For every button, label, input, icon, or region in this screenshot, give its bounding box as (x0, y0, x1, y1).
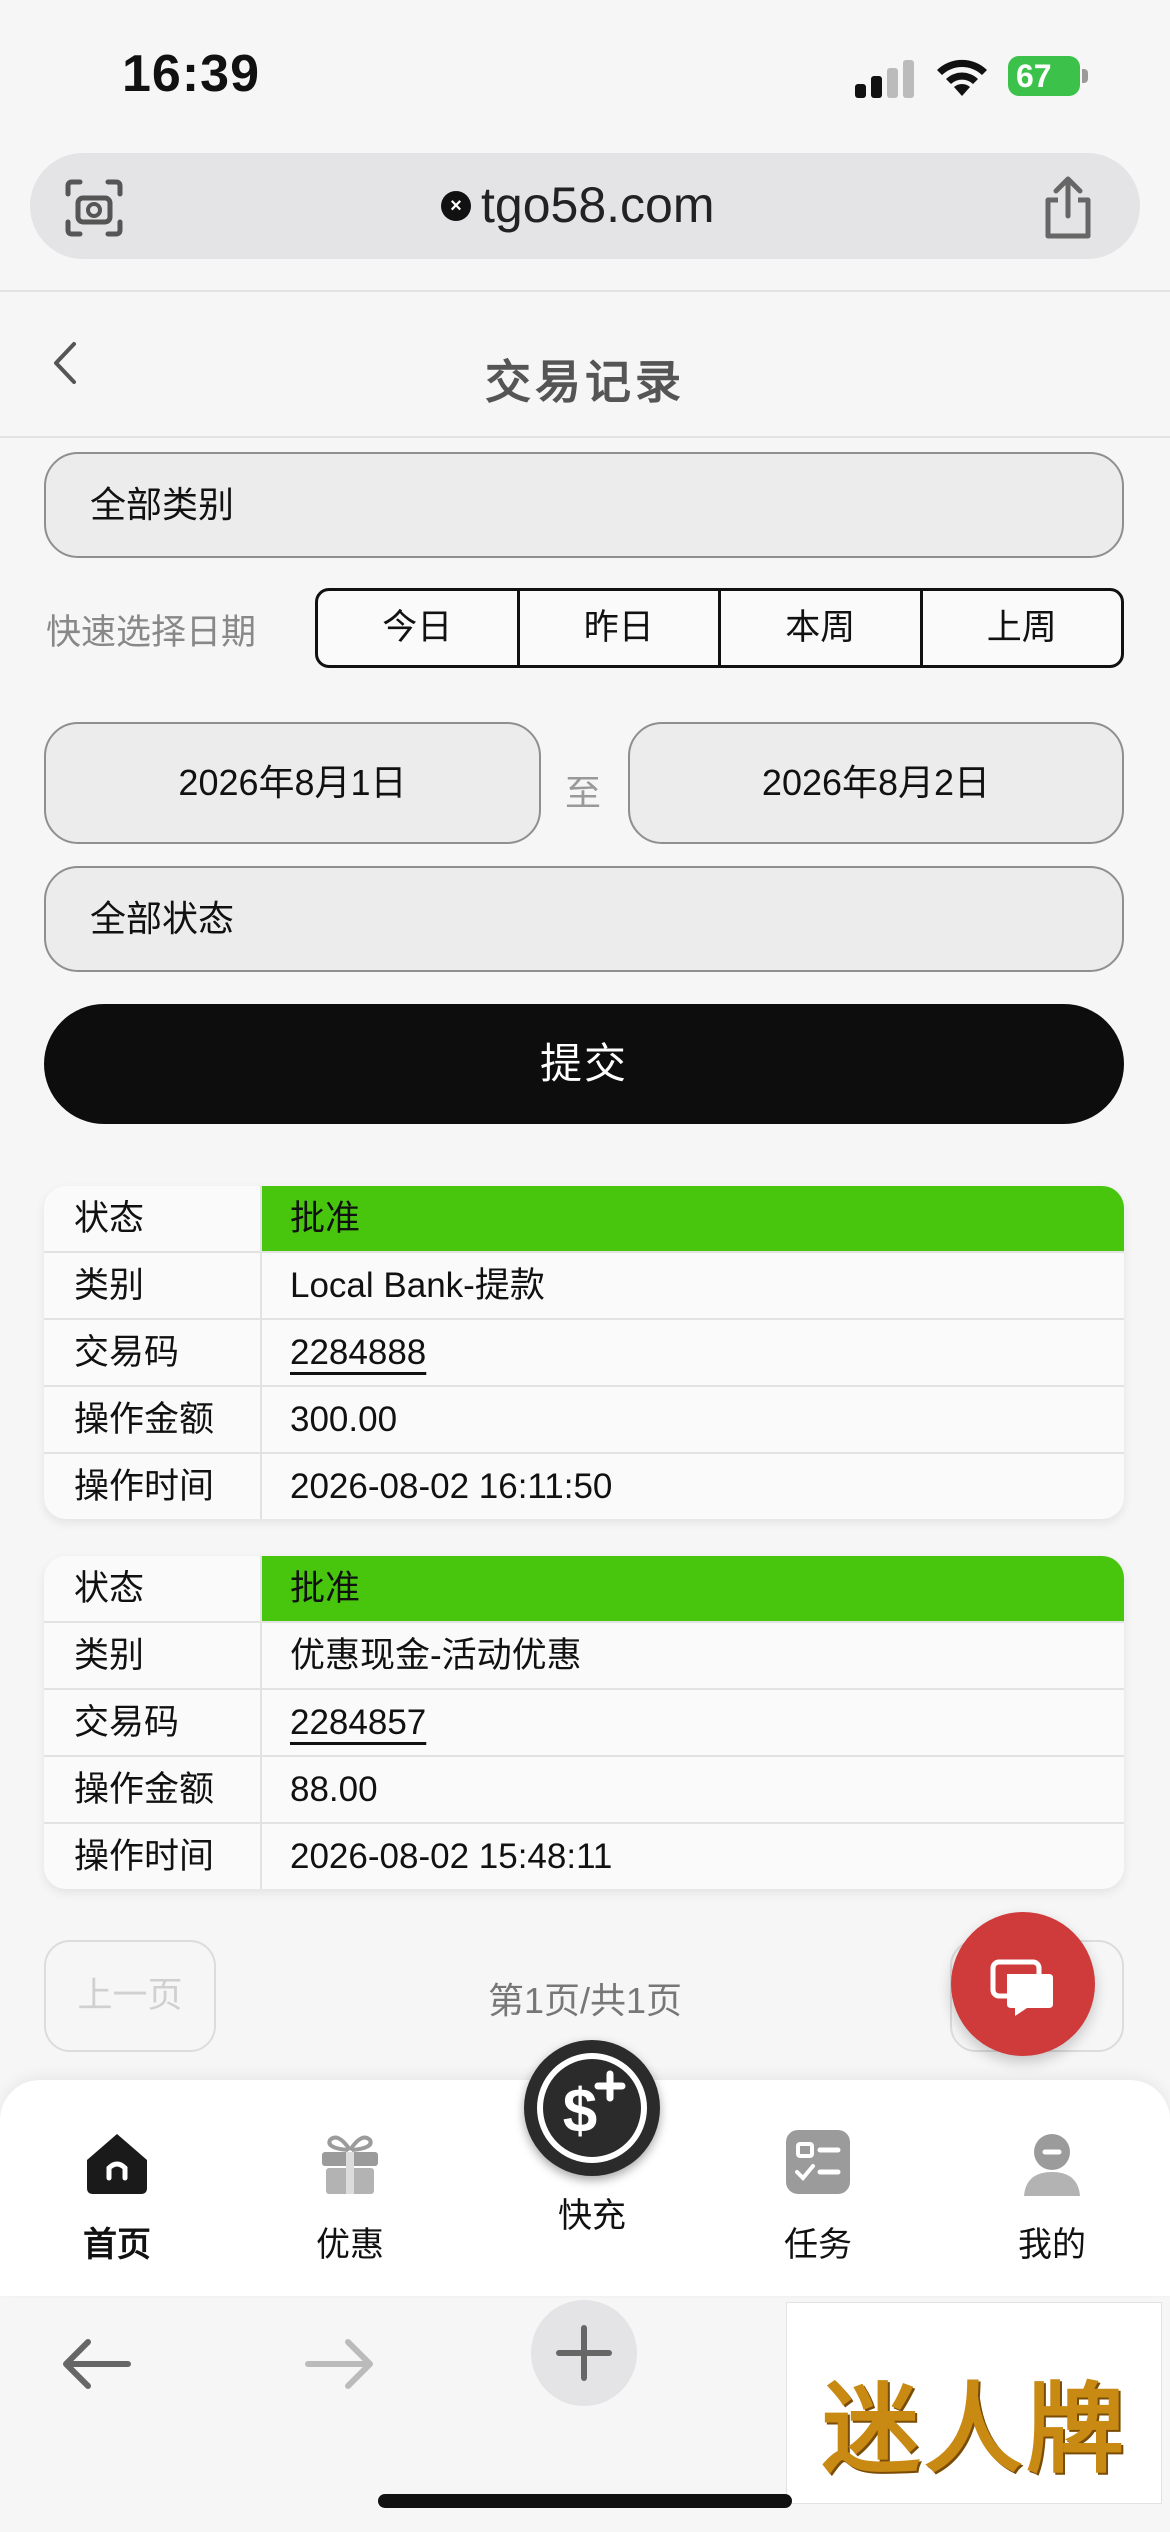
page-title: 交易记录 (485, 356, 685, 408)
browser-back-icon[interactable] (58, 2334, 134, 2394)
tab-tasks-label: 任务 (784, 2226, 852, 2264)
browser-forward-icon[interactable] (302, 2334, 378, 2394)
record-status-value: 批准 (262, 1186, 1124, 1251)
quick-date-last-week[interactable]: 上周 (923, 591, 1122, 665)
record-row-time: 操作时间 2026-08-02 16:11:50 (44, 1452, 1124, 1519)
tab-mine-label: 我的 (1018, 2226, 1086, 2264)
quick-date-this-week[interactable]: 本周 (721, 591, 923, 665)
svg-text:$: $ (563, 2077, 597, 2146)
quick-date-today[interactable]: 今日 (318, 591, 520, 665)
record-key: 交易码 (44, 1690, 262, 1755)
url-text[interactable]: tgo58.com (481, 176, 714, 234)
chat-bubbles-icon (990, 1959, 1053, 2016)
record-key: 操作时间 (44, 1824, 262, 1889)
category-select[interactable]: 全部类别 (44, 452, 1124, 558)
status-time: 16:39 (122, 45, 260, 103)
gift-icon (322, 2135, 378, 2194)
battery-tip (1082, 69, 1088, 83)
chat-button[interactable] (951, 1912, 1095, 2056)
record-category-value: Local Bank-提款 (290, 1266, 545, 1305)
divider (0, 290, 1170, 292)
record-time-value: 2026-08-02 16:11:50 (290, 1467, 613, 1506)
start-date-field[interactable]: 2026年8月1日 (44, 722, 541, 844)
record-row-category: 类别 优惠现金-活动优惠 (44, 1621, 1124, 1688)
quick-date-label: 快速选择日期 (46, 613, 257, 652)
tab-mine[interactable]: 我的 (972, 2126, 1132, 2266)
record-key: 状态 (44, 1186, 262, 1251)
record-row-code: 交易码 2284857 (44, 1688, 1124, 1755)
record-row-amount: 操作金额 300.00 (44, 1385, 1124, 1452)
record-code-cell: 2284888 (262, 1320, 1124, 1385)
record-row-status: 状态 批准 (44, 1186, 1124, 1251)
record-key: 操作金额 (44, 1757, 262, 1822)
fast-recharge-icon: $ (524, 2040, 660, 2176)
record-amount-value: 300.00 (290, 1400, 398, 1439)
plus-icon (556, 2325, 612, 2381)
date-range-separator: 至 (565, 772, 602, 813)
record-code-cell: 2284857 (262, 1690, 1124, 1755)
tab-fast-recharge-label: 快充 (558, 2197, 626, 2235)
cellular-signal-icon (855, 58, 917, 98)
submit-button[interactable]: 提交 (44, 1004, 1124, 1124)
insecure-site-icon[interactable]: × (441, 191, 471, 221)
record-key: 类别 (44, 1253, 262, 1318)
tab-promo[interactable]: 优惠 (270, 2126, 430, 2266)
battery-icon: 67 (1008, 56, 1080, 96)
wifi-icon (937, 59, 987, 96)
task-list-icon (786, 2130, 850, 2194)
tab-home-label: 首页 (83, 2226, 151, 2264)
record-category-value: 优惠现金-活动优惠 (290, 1636, 582, 1675)
quick-date-segmented-control: 今日 昨日 本周 上周 (315, 588, 1124, 668)
transaction-record-card: 状态 批准 类别 Local Bank-提款 交易码 2284888 操作金额 … (44, 1186, 1124, 1519)
tab-tasks[interactable]: 任务 (738, 2126, 898, 2266)
camera-search-icon[interactable] (64, 178, 124, 238)
record-status-value: 批准 (262, 1556, 1124, 1621)
share-icon[interactable] (1040, 176, 1096, 240)
record-row-time: 操作时间 2026-08-02 15:48:11 (44, 1822, 1124, 1889)
home-icon (87, 2134, 147, 2194)
quick-date-yesterday[interactable]: 昨日 (520, 591, 721, 665)
record-row-amount: 操作金额 88.00 (44, 1755, 1124, 1822)
record-code-link[interactable]: 2284857 (290, 1703, 426, 1742)
record-row-code: 交易码 2284888 (44, 1318, 1124, 1385)
new-tab-button[interactable] (531, 2300, 637, 2406)
record-key: 状态 (44, 1556, 262, 1621)
tab-home[interactable]: 首页 (37, 2126, 197, 2266)
tab-fast-recharge[interactable]: $ 快充 (512, 2040, 672, 2237)
record-amount-value: 88.00 (290, 1770, 378, 1809)
end-date-field[interactable]: 2026年8月2日 (628, 722, 1124, 844)
home-indicator (378, 2494, 792, 2508)
record-time-value: 2026-08-02 15:48:11 (290, 1837, 613, 1876)
tab-promo-label: 优惠 (316, 2226, 384, 2264)
record-key: 类别 (44, 1623, 262, 1688)
ad-logo-text: 迷人牌 (822, 2372, 1129, 2487)
record-row-category: 类别 Local Bank-提款 (44, 1251, 1124, 1318)
record-key: 交易码 (44, 1320, 262, 1385)
status-select[interactable]: 全部状态 (44, 866, 1124, 972)
record-row-status: 状态 批准 (44, 1556, 1124, 1621)
record-code-link[interactable]: 2284888 (290, 1333, 426, 1372)
divider (0, 436, 1170, 438)
record-key: 操作金额 (44, 1387, 262, 1452)
user-avatar-icon (1024, 2134, 1080, 2196)
record-key: 操作时间 (44, 1454, 262, 1519)
transaction-record-card: 状态 批准 类别 优惠现金-活动优惠 交易码 2284857 操作金额 88.0… (44, 1556, 1124, 1889)
